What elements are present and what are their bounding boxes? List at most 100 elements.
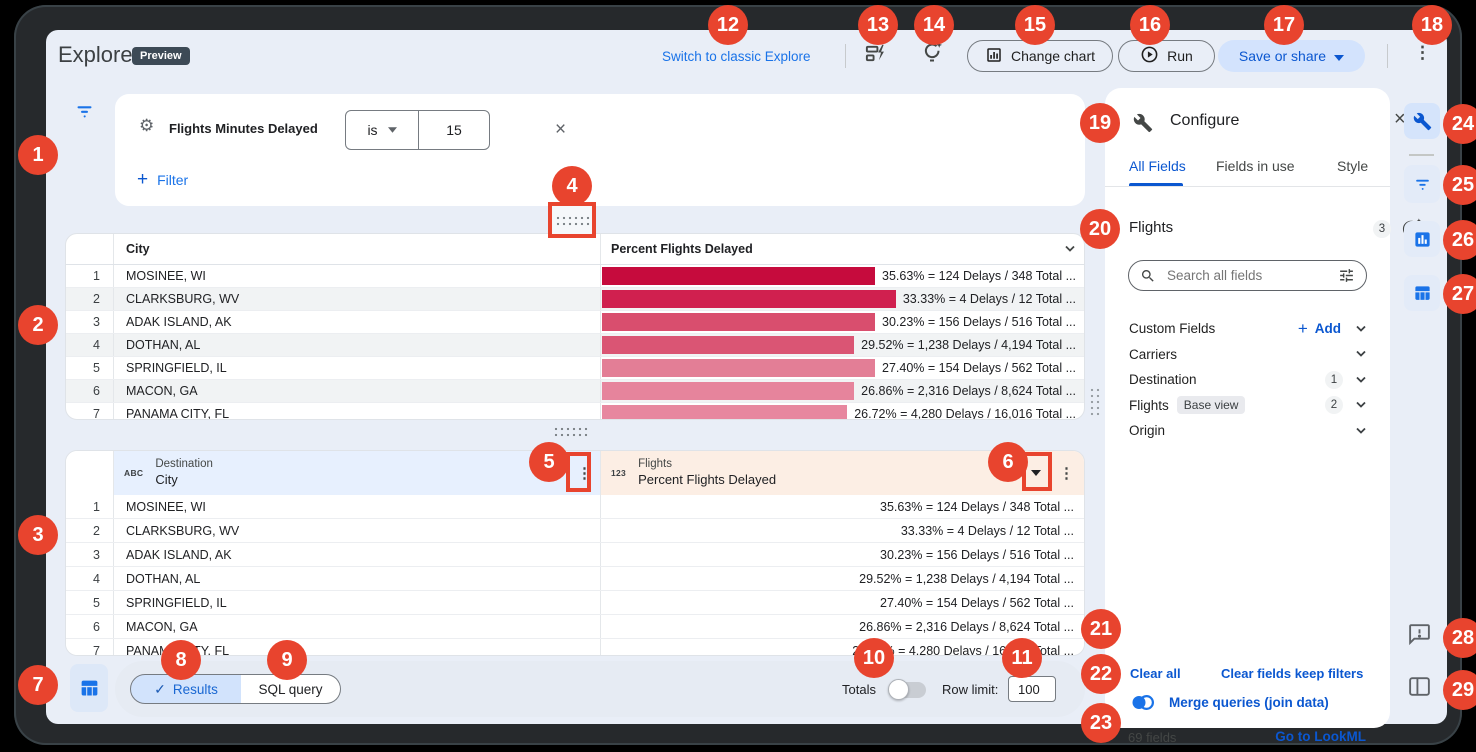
tab-style[interactable]: Style xyxy=(1337,158,1368,174)
callout-15: 15 xyxy=(1015,5,1055,45)
bar-label: 29.52% = 1,238 Delays / 4,194 Total ... xyxy=(854,338,1076,352)
data-table-row[interactable]: 4 DOTHAN, AL 29.52% = 1,238 Delays / 4,1… xyxy=(66,567,1084,591)
viz-table-row[interactable]: 3 ADAK ISLAND, AK 30.23% = 156 Delays / … xyxy=(66,311,1084,334)
field-group-row[interactable]: Origin xyxy=(1129,418,1367,443)
value-cell: 29.52% = 1,238 Delays / 4,194 Total ... xyxy=(601,567,1084,590)
rail-filters-button[interactable] xyxy=(1404,165,1440,203)
change-chart-button[interactable]: Change chart xyxy=(967,40,1113,72)
bar xyxy=(602,359,875,377)
save-or-share-button[interactable]: Save or share xyxy=(1218,40,1365,72)
chart-icon xyxy=(985,46,1003,67)
viz-col-city[interactable]: City xyxy=(114,234,601,264)
chevron-down-icon[interactable] xyxy=(1355,325,1367,333)
flash-dashboard-icon[interactable] xyxy=(864,42,887,70)
bar-label: 33.33% = 4 Delays / 12 Total ... xyxy=(896,292,1076,306)
row-number: 4 xyxy=(66,334,114,356)
rail-configure-button[interactable] xyxy=(1404,103,1440,139)
tab-fields-in-use[interactable]: Fields in use xyxy=(1216,158,1295,174)
data-col-dimension[interactable]: ABC Destination City ⋮ xyxy=(114,451,601,495)
switch-to-classic-link[interactable]: Switch to classic Explore xyxy=(662,49,811,64)
toggle-panel-button[interactable] xyxy=(1407,674,1432,704)
viz-table-row[interactable]: 7 PANAMA CITY, FL 26.72% = 4,280 Delays … xyxy=(66,403,1084,420)
toggle-knob xyxy=(888,679,909,700)
chevron-down-icon[interactable] xyxy=(1064,245,1076,253)
callout-18: 18 xyxy=(1412,5,1452,45)
column-menu-icon[interactable]: ⋮ xyxy=(1059,466,1074,481)
table-view-button[interactable] xyxy=(70,664,108,712)
rail-divider xyxy=(1409,154,1434,156)
gear-icon[interactable]: ⚙ xyxy=(139,116,154,136)
search-input[interactable] xyxy=(1165,267,1329,284)
data-table-row[interactable]: 6 MACON, GA 26.86% = 2,316 Delays / 8,62… xyxy=(66,615,1084,639)
data-table-row[interactable]: 7 PANAMA CITY, FL 26.72% = 4,280 Delays … xyxy=(66,639,1084,656)
add-filter-button[interactable]: + Filter xyxy=(137,170,188,189)
bar-label: 26.86% = 2,316 Delays / 8,624 Total ... xyxy=(854,384,1076,398)
data-table-row[interactable]: 2 CLARKSBURG, WV 33.33% = 4 Delays / 12 … xyxy=(66,519,1084,543)
bar-chart-icon xyxy=(1413,230,1432,249)
chevron-down-icon[interactable] xyxy=(1355,350,1367,358)
field-group-label: Flights xyxy=(1129,398,1169,413)
rail-table-button[interactable] xyxy=(1404,275,1440,311)
chevron-down-icon[interactable] xyxy=(1355,376,1367,384)
data-table-row[interactable]: 3 ADAK ISLAND, AK 30.23% = 156 Delays / … xyxy=(66,543,1084,567)
add-custom-field-button[interactable]: Add xyxy=(1315,321,1341,336)
field-group-row[interactable]: Carriers xyxy=(1129,342,1367,367)
bar xyxy=(602,290,896,308)
field-group-row[interactable]: Custom Fields+Add xyxy=(1129,316,1367,341)
filter-operator-select[interactable]: is xyxy=(345,110,419,150)
chevron-down-icon[interactable] xyxy=(1355,427,1367,435)
viz-table-row[interactable]: 2 CLARKSBURG, WV 33.33% = 4 Delays / 12 … xyxy=(66,288,1084,311)
callout-28: 28 xyxy=(1443,618,1476,658)
data-table-row[interactable]: 5 SPRINGFIELD, IL 27.40% = 154 Delays / … xyxy=(66,591,1084,615)
clear-all-link[interactable]: Clear all xyxy=(1130,666,1181,681)
drag-handle-vertical[interactable] xyxy=(1089,387,1100,416)
tune-icon[interactable] xyxy=(1338,267,1355,284)
totals-toggle[interactable] xyxy=(890,682,926,698)
callout-17: 17 xyxy=(1264,5,1304,45)
filter-section-icon[interactable] xyxy=(74,101,95,127)
viz-header-row: City Percent Flights Delayed xyxy=(66,234,1084,265)
bar xyxy=(602,382,854,400)
tab-all-fields[interactable]: All Fields xyxy=(1129,158,1186,174)
chevron-down-icon[interactable] xyxy=(1355,401,1367,409)
city-cell: CLARKSBURG, WV xyxy=(114,519,601,542)
field-group-row[interactable]: FlightsBase view2 xyxy=(1129,393,1367,418)
field-search-box[interactable] xyxy=(1128,260,1367,291)
field-group-row[interactable]: Destination1 xyxy=(1129,367,1367,392)
filter-value-input[interactable]: 15 xyxy=(418,110,490,150)
remove-filter-icon[interactable]: × xyxy=(555,119,566,141)
go-to-lookml-link[interactable]: Go to LookML xyxy=(1275,729,1366,744)
value-cell: 30.23% = 156 Delays / 516 Total ... xyxy=(601,543,1084,566)
number-type-icon: 123 xyxy=(611,468,626,478)
callout-24: 24 xyxy=(1443,104,1476,144)
row-number: 7 xyxy=(66,639,114,656)
insights-bulb-icon[interactable] xyxy=(920,41,944,72)
viz-table-row[interactable]: 5 SPRINGFIELD, IL 27.40% = 154 Delays / … xyxy=(66,357,1084,380)
drag-handle-horizontal[interactable] xyxy=(555,215,590,226)
run-button[interactable]: Run xyxy=(1118,40,1215,72)
callout-10: 10 xyxy=(854,638,894,678)
viz-table-row[interactable]: 4 DOTHAN, AL 29.52% = 1,238 Delays / 4,1… xyxy=(66,334,1084,357)
viz-col-pct[interactable]: Percent Flights Delayed xyxy=(601,234,1084,264)
row-number: 3 xyxy=(66,543,114,566)
city-cell: MACON, GA xyxy=(114,380,601,402)
row-limit-input[interactable] xyxy=(1008,676,1056,702)
header-overflow-menu[interactable]: ⋮ xyxy=(1414,44,1431,61)
city-cell: CLARKSBURG, WV xyxy=(114,288,601,310)
city-cell: SPRINGFIELD, IL xyxy=(114,357,601,379)
city-cell: MOSINEE, WI xyxy=(114,495,601,518)
callout-19: 19 xyxy=(1080,103,1120,143)
run-label: Run xyxy=(1167,48,1193,64)
merge-queries-button[interactable]: Merge queries (join data) xyxy=(1131,694,1329,711)
viz-table-row[interactable]: 1 MOSINEE, WI 35.63% = 124 Delays / 348 … xyxy=(66,265,1084,288)
clear-fields-keep-filters-link[interactable]: Clear fields keep filters xyxy=(1221,666,1363,681)
callout-20: 20 xyxy=(1080,209,1120,249)
feedback-button[interactable] xyxy=(1407,622,1432,652)
rail-visualization-button[interactable] xyxy=(1404,221,1440,257)
data-table-row[interactable]: 1 MOSINEE, WI 35.63% = 124 Delays / 348 … xyxy=(66,495,1084,519)
viz-table-row[interactable]: 6 MACON, GA 26.86% = 2,316 Delays / 8,62… xyxy=(66,380,1084,403)
configure-panel: Configure × All Fields Fields in use Sty… xyxy=(1105,88,1390,728)
change-chart-label: Change chart xyxy=(1011,48,1095,64)
drag-handle-horizontal-2[interactable] xyxy=(553,426,588,437)
screenshot-stage: Explore Preview Switch to classic Explor… xyxy=(0,0,1476,752)
